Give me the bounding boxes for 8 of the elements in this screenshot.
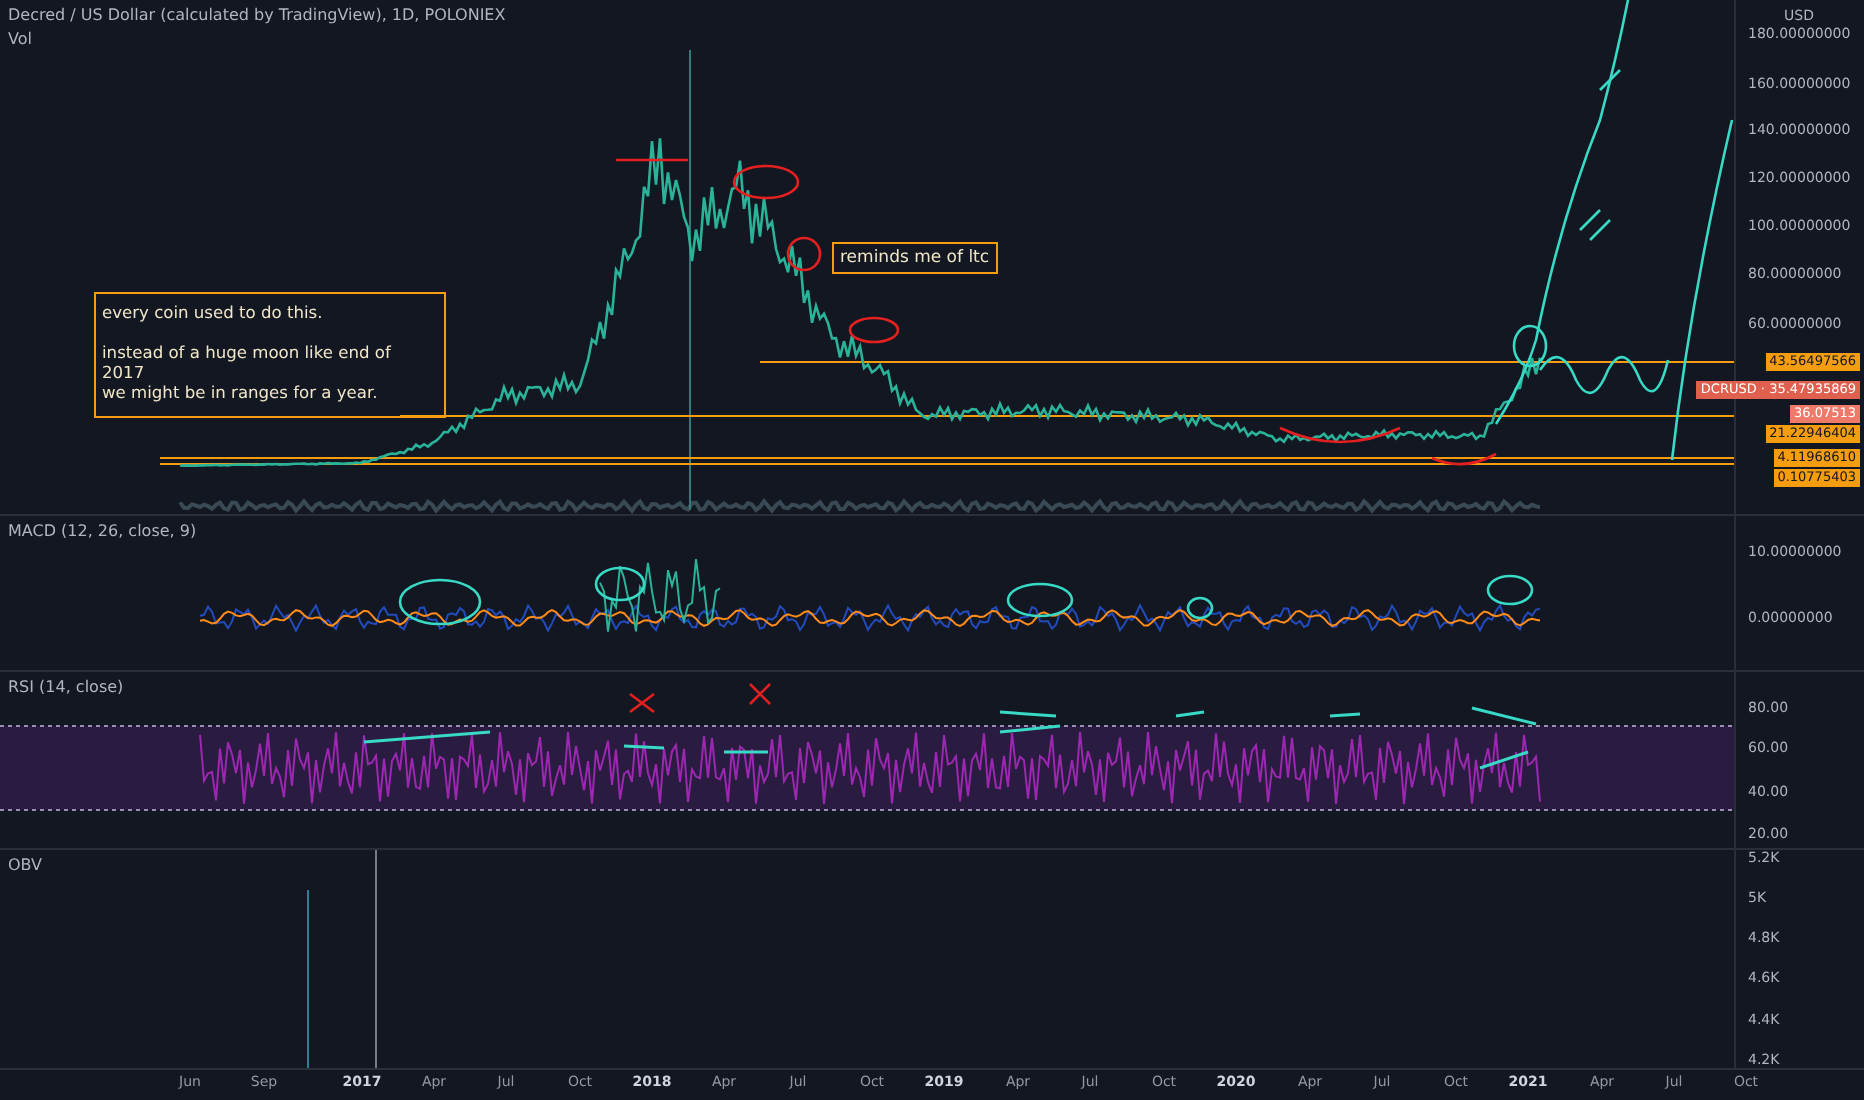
indicator-label: MACD (12, 26, close, 9) (8, 521, 197, 540)
symbol-title: Decred / US Dollar (calculated by TradingView), 1D, POLONIEX (8, 6, 506, 24)
volume-label: Vol (8, 30, 34, 48)
cross-mark-drawing (628, 683, 772, 715)
text-note[interactable]: reminds me of ltc (832, 242, 998, 274)
indicator-label: RSI (14, close) (8, 678, 124, 697)
text-note[interactable]: every coin used to do this. instead of a huge moon like end of 2017 we might be in ranges for a year. (94, 292, 446, 418)
indicator-label: OBV (8, 856, 43, 875)
